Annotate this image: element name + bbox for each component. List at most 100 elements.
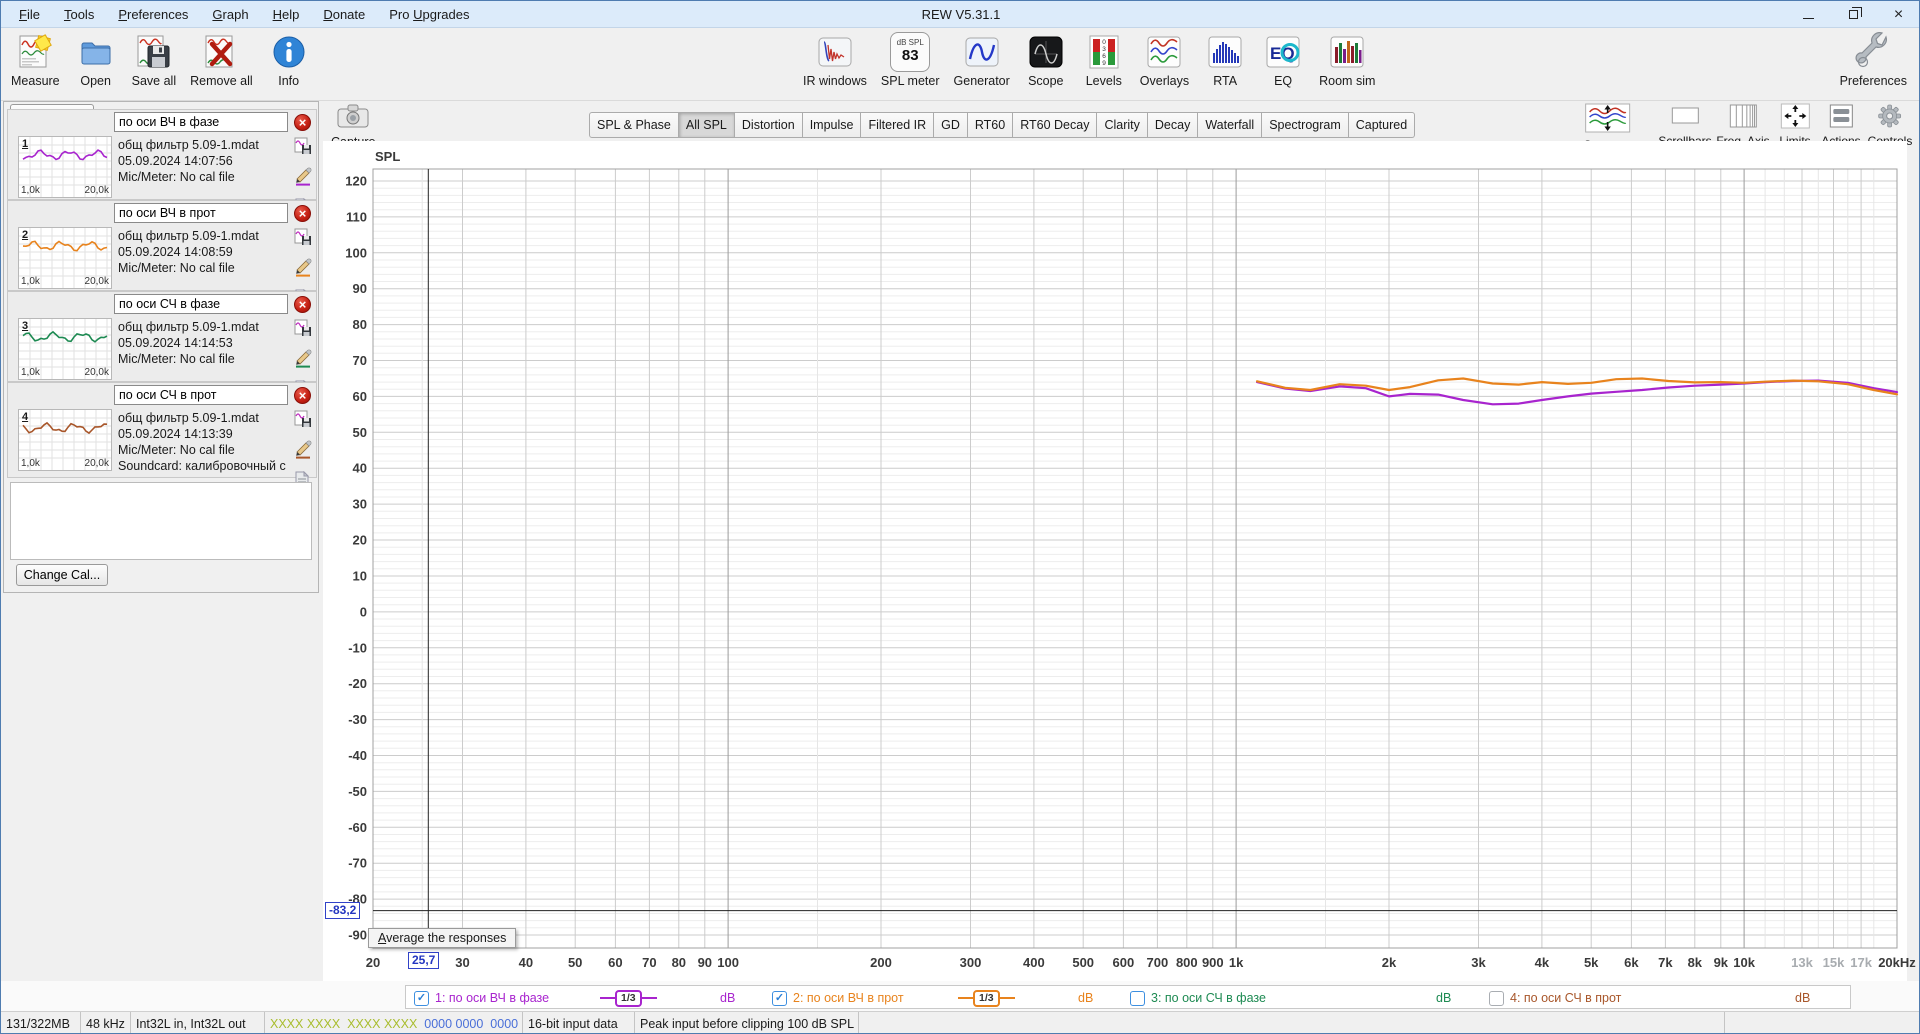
measurement-list-empty-area: [10, 482, 312, 560]
tab-rt60[interactable]: RT60: [967, 112, 1014, 138]
save-trace-icon[interactable]: [294, 410, 312, 431]
tab-clarity[interactable]: Clarity: [1097, 112, 1148, 138]
measurement-card-4[interactable]: × 4 1,0k 20,0k общ фильтр 5.09-1.mdat 05.09.2…: [7, 382, 317, 489]
measurement-index: 2: [22, 229, 29, 241]
svg-text:30: 30: [455, 955, 469, 970]
svg-text:700: 700: [1147, 955, 1169, 970]
tab-spl-phase[interactable]: SPL & Phase: [589, 112, 679, 138]
removeall-label: Remove all: [190, 74, 253, 88]
saveall-label: Save all: [131, 74, 177, 88]
spl-meter-label: SPL meter: [880, 74, 940, 88]
generator-button[interactable]: Generator: [954, 32, 1010, 88]
minimize-button[interactable]: [1786, 1, 1831, 28]
saveall-button[interactable]: Save all: [132, 32, 176, 88]
svg-text:80: 80: [672, 955, 686, 970]
svg-text:-30: -30: [348, 712, 367, 727]
measure-label: Measure: [11, 74, 60, 88]
open-label: Open: [80, 74, 111, 88]
tooltip: Average the responses: [368, 928, 517, 948]
measurements-panel: Collapse « ×11,0k20,0kобщ фильтр 5.09-1.…: [3, 101, 319, 593]
pencil-icon[interactable]: [294, 258, 312, 280]
tab-rt60-decay[interactable]: RT60 Decay: [1013, 112, 1098, 138]
overlays-button[interactable]: Overlays: [1140, 32, 1189, 88]
cursor-freq-readout: 25,7: [408, 952, 440, 969]
levels-button[interactable]: 0 3 6 9 Levels: [1082, 32, 1126, 88]
tab-filtered-ir[interactable]: Filtered IR: [861, 112, 935, 138]
smoothing-badge[interactable]: 1/3: [958, 989, 1015, 1007]
save-trace-icon[interactable]: [294, 319, 312, 340]
trace-checkbox[interactable]: [1130, 990, 1145, 1006]
menu-pro-upgrades[interactable]: Pro Upgrades: [379, 4, 479, 25]
tab-gd[interactable]: GD: [934, 112, 968, 138]
menu-help[interactable]: Help: [263, 4, 310, 25]
measurement-thumbnail[interactable]: 1 1,0k 20,0k: [18, 136, 113, 199]
delete-measurement-button[interactable]: ×: [294, 296, 311, 313]
pencil-icon[interactable]: [294, 440, 312, 462]
scope-button[interactable]: Scope: [1024, 32, 1068, 88]
eq-button[interactable]: EQ EQ: [1261, 32, 1305, 88]
pencil-icon[interactable]: [294, 167, 312, 189]
spl-chart[interactable]: 120 110 100 90 80 70 60 50 40 30 20 10 0 -10 -20 -30 -40…: [323, 141, 1916, 981]
preferences-button[interactable]: Preferences: [1840, 32, 1907, 88]
trace-unit: dB: [720, 991, 736, 1005]
trace-checkbox[interactable]: ✓: [414, 990, 429, 1006]
menu-donate[interactable]: Donate: [313, 4, 375, 25]
tab-captured[interactable]: Captured: [1348, 112, 1416, 138]
measure-button[interactable]: Measure: [11, 32, 60, 88]
pencil-icon[interactable]: [294, 349, 312, 371]
measurement-thumbnail[interactable]: 4 1,0k 20,0k: [18, 409, 113, 472]
measurement-card-1[interactable]: × 1 1,0k 20,0k общ фильтр 5.09-1.mdat 05.09.2…: [7, 109, 317, 216]
measurement-name-input[interactable]: [114, 294, 288, 314]
tab-spectrogram[interactable]: Spectrogram: [1262, 112, 1349, 138]
cursor-db-readout: -83,2: [325, 902, 361, 919]
restore-button[interactable]: [1831, 1, 1876, 28]
menu-preferences[interactable]: Preferences: [108, 4, 198, 25]
delete-measurement-button[interactable]: ×: [294, 387, 311, 404]
rta-button[interactable]: RTA: [1203, 32, 1247, 88]
tab-waterfall[interactable]: Waterfall: [1198, 112, 1263, 138]
trace-checkbox[interactable]: ✓: [772, 990, 787, 1006]
tab-impulse[interactable]: Impulse: [802, 112, 862, 138]
trace-label[interactable]: 3: по оси СЧ в фазе: [1151, 991, 1266, 1005]
tab-all-spl[interactable]: All SPL: [678, 112, 735, 138]
svg-text:80: 80: [353, 317, 367, 332]
trace-label[interactable]: 2: по оси ВЧ в прот: [793, 991, 904, 1005]
save-trace-icon[interactable]: [294, 228, 312, 249]
trace-label[interactable]: 4: по оси СЧ в прот: [1510, 991, 1621, 1005]
info-button[interactable]: Info: [267, 32, 311, 88]
change-cal-button[interactable]: Change Cal...: [16, 564, 108, 586]
delete-measurement-button[interactable]: ×: [294, 205, 311, 222]
spl-meter-button[interactable]: dB SPL 83 SPL meter: [881, 32, 940, 88]
measurement-name-input[interactable]: [114, 203, 288, 223]
svg-text:20kHz: 20kHz: [1878, 955, 1916, 970]
trace-checkbox[interactable]: [1489, 990, 1504, 1006]
scope-icon: [1027, 32, 1065, 72]
removeall-button[interactable]: Remove all: [190, 32, 253, 88]
ir-windows-button[interactable]: IR windows: [803, 32, 867, 88]
menu-file[interactable]: File: [9, 4, 50, 25]
measurement-card-3[interactable]: × 3 1,0k 20,0k общ фильтр 5.09-1.mdat 05.09.2…: [7, 291, 317, 398]
measurement-name-input[interactable]: [114, 112, 288, 132]
tab-distortion[interactable]: Distortion: [734, 112, 803, 138]
svg-text:-60: -60: [348, 820, 367, 835]
svg-text:200: 200: [870, 955, 892, 970]
svg-text:900: 900: [1202, 955, 1224, 970]
save-trace-icon[interactable]: [294, 137, 312, 158]
menu-graph[interactable]: Graph: [202, 4, 258, 25]
measurement-thumbnail[interactable]: 2 1,0k 20,0k: [18, 227, 113, 290]
measurement-name-input[interactable]: [114, 385, 288, 405]
close-button[interactable]: ×: [1876, 1, 1919, 28]
generator-icon: [963, 32, 1001, 72]
delete-measurement-button[interactable]: ×: [294, 114, 311, 131]
open-button[interactable]: Open: [74, 32, 118, 88]
smoothing-badge[interactable]: 1/3: [600, 989, 657, 1007]
menu-tools[interactable]: Tools: [54, 4, 104, 25]
measurement-datetime: 05.09.2024 14:08:59: [118, 245, 233, 259]
svg-text:110: 110: [346, 209, 367, 224]
tab-decay[interactable]: Decay: [1147, 112, 1199, 138]
measurement-card-2[interactable]: × 2 1,0k 20,0k общ фильтр 5.09-1.mdat 05.09.2…: [7, 200, 317, 307]
eq-label: EQ: [1274, 74, 1293, 88]
room-sim-button[interactable]: Room sim: [1319, 32, 1375, 88]
trace-label[interactable]: 1: по оси ВЧ в фазе: [435, 991, 549, 1005]
measurement-thumbnail[interactable]: 3 1,0k 20,0k: [18, 318, 113, 381]
